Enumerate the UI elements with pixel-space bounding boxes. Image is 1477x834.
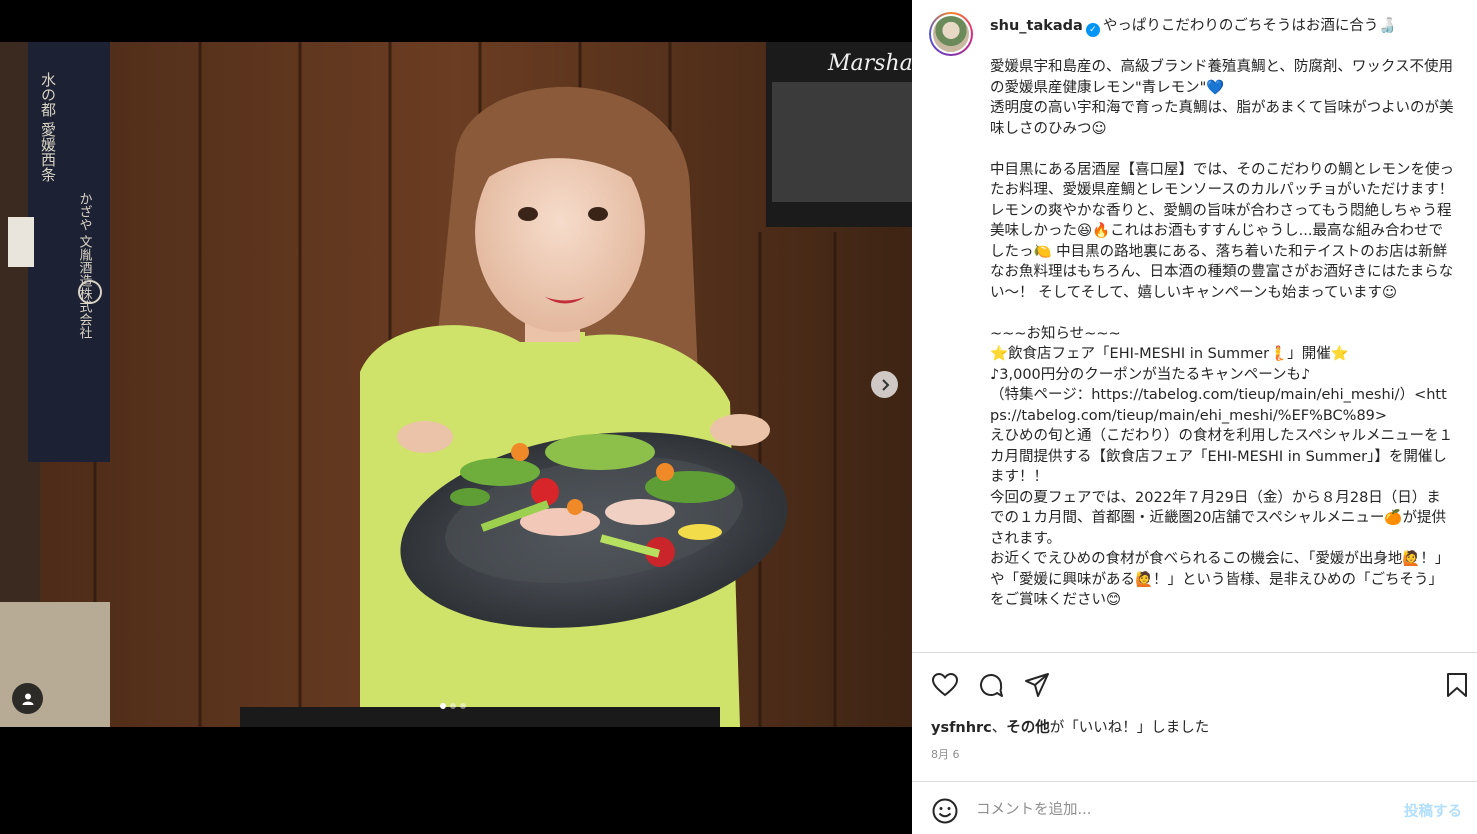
username-link[interactable]: shu_takada xyxy=(990,18,1083,34)
heart-icon xyxy=(932,673,958,697)
emoji-button[interactable] xyxy=(930,796,960,826)
divider xyxy=(912,652,1477,653)
photo-illustration: 水の都 愛媛西条 かざや 文胤酒造株式会社 Marshall xyxy=(0,42,912,727)
caption-header: shu_takada ✓ やっぱりこだわりのごちそうはお酒に合う🍶 xyxy=(990,16,1460,37)
user-tag-icon xyxy=(22,693,33,705)
post-date[interactable]: 8月 6 xyxy=(931,746,960,762)
verified-icon: ✓ xyxy=(1085,23,1100,37)
carousel-dot xyxy=(440,703,446,709)
caption-body: 愛媛県宇和島産の、高級ブランド養殖真鯛と、防腐剤、ワックス不使用の愛媛県産健康レ… xyxy=(990,59,1454,608)
banner-right-text: かざや 文胤酒造株式会社 xyxy=(77,192,93,340)
next-photo-button[interactable] xyxy=(871,371,898,398)
avatar[interactable] xyxy=(929,12,973,56)
share-icon xyxy=(1025,673,1049,697)
share-button[interactable] xyxy=(1022,670,1052,700)
comment-input[interactable] xyxy=(976,798,1376,822)
carousel-dot xyxy=(460,703,466,709)
chevron-right-icon xyxy=(881,378,889,391)
comment-button[interactable] xyxy=(976,670,1006,700)
action-bar xyxy=(912,666,1477,702)
post-side-panel: shu_takada ✓ やっぱりこだわりのごちそうはお酒に合う🍶 愛媛県宇和島産の… xyxy=(912,0,1477,834)
likes-summary: ysfnhrc、その他が「いいね！」しました xyxy=(931,716,1209,737)
post-comment-button[interactable]: 投稿する xyxy=(1404,800,1462,821)
liked-by-user-link[interactable]: ysfnhrc xyxy=(931,720,992,736)
bookmark-icon xyxy=(1447,673,1467,697)
carousel-dot xyxy=(450,703,456,709)
like-button[interactable] xyxy=(930,670,960,700)
post-photo[interactable]: 水の都 愛媛西条 かざや 文胤酒造株式会社 Marshall xyxy=(0,42,912,727)
carousel-indicator xyxy=(440,703,466,709)
banner-left-text: 水の都 愛媛西条 xyxy=(39,72,57,182)
liked-by-suffix: が「いいね！」しました xyxy=(1049,720,1210,736)
comment-composer: 投稿する xyxy=(912,782,1477,834)
liked-by-others-link[interactable]: その他 xyxy=(1006,720,1050,736)
comment-icon xyxy=(980,674,1003,697)
liked-by-separator: 、 xyxy=(991,720,1007,736)
media-pane: 水の都 愛媛西条 かざや 文胤酒造株式会社 Marshall xyxy=(0,0,912,834)
emoji-icon xyxy=(932,798,958,824)
caption-headline: やっぱりこだわりのごちそうはお酒に合う🍶 xyxy=(1102,18,1397,34)
save-button[interactable] xyxy=(1442,670,1472,700)
caption-area: shu_takada ✓ やっぱりこだわりのごちそうはお酒に合う🍶 愛媛県宇和島産の… xyxy=(912,0,1477,652)
amp-logo-text: Marshall xyxy=(827,51,912,76)
tagged-users-button[interactable] xyxy=(12,683,43,714)
